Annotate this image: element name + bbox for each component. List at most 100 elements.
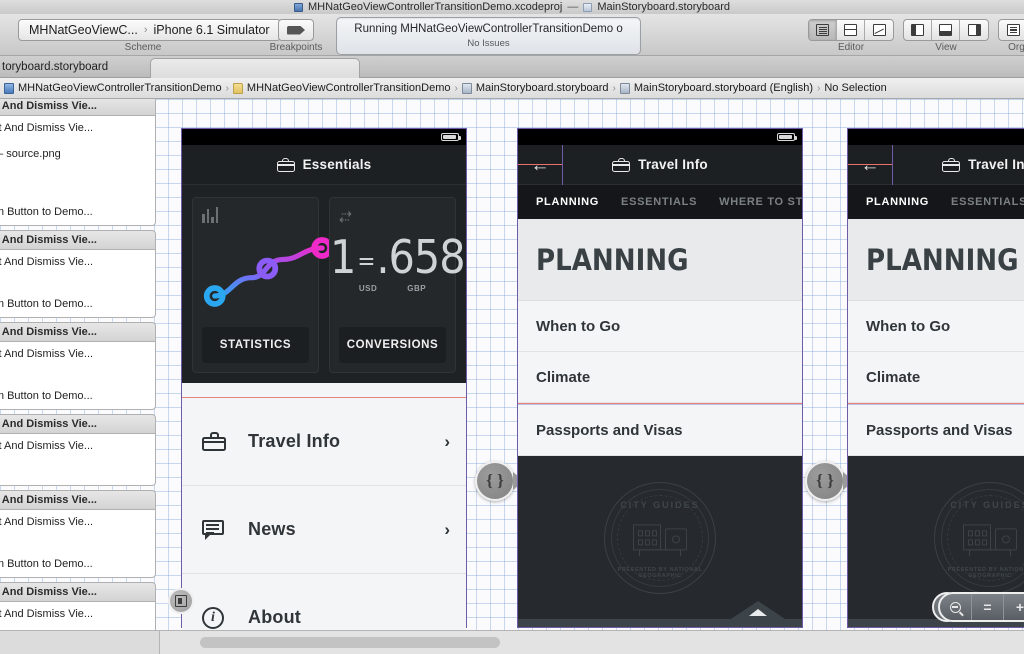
travel-info-tab-strip[interactable]: PLANNING ESSENTIALS WHERE TO STAY DOW <box>518 185 802 219</box>
tab-storyboard-previous[interactable]: toryboard.storyboard <box>0 56 108 78</box>
editor-mode-segmented-control[interactable] <box>808 19 894 41</box>
currency-to: GBP <box>407 284 427 293</box>
outline-row[interactable]: sponder <box>0 178 149 194</box>
document-outline-strip[interactable]: n Present And Dismiss Vie... ith Present… <box>0 99 156 630</box>
outline-row[interactable]: ith Present And Dismiss Vie... <box>0 438 149 454</box>
outline-row[interactable]: ith Present And Dismiss Vie... <box>0 514 149 530</box>
version-editor-button[interactable] <box>865 20 893 40</box>
assistant-editor-icon <box>844 24 857 36</box>
breadcrumb-label: No Selection <box>824 82 887 94</box>
list-item-label: Passports and Visas <box>866 421 1013 439</box>
scene-travel-info[interactable]: ← Travel Info PLANNING ESSENTIALS WHERE … <box>517 128 803 628</box>
zoom-controls[interactable]: = + <box>938 592 1024 622</box>
outline-row[interactable]: sponder <box>0 530 149 546</box>
rate-left: 1 <box>330 230 356 284</box>
outline-scene-header[interactable]: n Present And Dismiss Vie... <box>0 582 156 602</box>
conversions-card[interactable]: ⇢ ⇠ 1=.658 USD GBP CONVERSIONS <box>329 197 466 373</box>
menu-item-travel-info[interactable]: Travel Info › <box>182 398 466 486</box>
outline-row[interactable]: ith Present And Dismiss Vie... <box>0 606 149 622</box>
outline-row-segue[interactable]: segue from Button to Demo... <box>0 556 149 572</box>
outline-row[interactable]: ith Present And Dismiss Vie... <box>0 120 149 136</box>
outline-row[interactable]: sponder <box>0 362 149 378</box>
scroll-up-chevron-icon[interactable] <box>728 601 788 621</box>
outline-scene[interactable]: n Present And Dismiss Vie... ith Present… <box>0 99 156 226</box>
zoom-actual-size-button[interactable]: = <box>972 594 1004 620</box>
outline-spacer <box>0 622 149 630</box>
outline-scene-header[interactable]: n Present And Dismiss Vie... <box>0 230 156 250</box>
status-primary-text: Running MHNatGeoViewControllerTransition… <box>354 23 623 35</box>
list-item[interactable]: Climate <box>848 352 1024 403</box>
tab-essentials[interactable]: ESSENTIALS <box>951 196 1024 208</box>
scene-essentials[interactable]: Essentials STATISTICS ⇢ ⇠ 1=.658 USD GBP… <box>181 128 467 630</box>
tab-planning[interactable]: PLANNING <box>866 196 929 208</box>
outline-toggle-button[interactable] <box>168 588 194 614</box>
back-arrow-icon: ← <box>530 154 550 176</box>
tab-active[interactable] <box>150 58 360 79</box>
scene-travel-info-right[interactable]: ← Travel Info PLANNING ESSENTIALS WH PLA… <box>847 128 1024 628</box>
statistics-card[interactable]: STATISTICS <box>192 197 333 373</box>
breadcrumb-item-localization[interactable]: MainStoryboard.storyboard (English) <box>619 82 813 94</box>
outline-scene[interactable]: n Present And Dismiss Vie... ith Present… <box>0 230 156 318</box>
back-button[interactable]: ← <box>848 145 893 185</box>
list-item[interactable]: Passports and Visas <box>518 405 802 456</box>
organizer-button[interactable] <box>999 20 1024 40</box>
tab-planning[interactable]: PLANNING <box>536 196 599 208</box>
scrollbar-thumb[interactable] <box>200 637 500 648</box>
tab-where-to-stay[interactable]: WHERE TO STAY <box>719 196 802 208</box>
outline-row-segue[interactable]: segue from Button to Demo... <box>0 388 149 404</box>
outline-scene[interactable]: n Present And Dismiss Vie... ith Present… <box>0 322 156 410</box>
travel-info-right-tab-strip[interactable]: PLANNING ESSENTIALS WH <box>848 185 1024 219</box>
toggle-navigator-button[interactable] <box>904 20 932 40</box>
menu-item-news[interactable]: News › <box>182 486 466 574</box>
tab-essentials[interactable]: ESSENTIALS <box>621 196 697 208</box>
standard-editor-button[interactable] <box>809 20 837 40</box>
organizer-button-group[interactable] <box>998 19 1024 41</box>
view-toggle-segmented-control[interactable] <box>903 19 989 41</box>
list-item[interactable]: When to Go <box>848 301 1024 352</box>
breadcrumb-item-selection[interactable]: No Selection <box>824 82 886 94</box>
outline-row[interactable]: ith Present And Dismiss Vie... <box>0 346 149 362</box>
storyboard-canvas[interactable]: n Present And Dismiss Vie... ith Present… <box>0 99 1024 630</box>
outline-scene[interactable]: n Present And Dismiss Vie... ith Present… <box>0 582 156 630</box>
segue-indicator[interactable]: { } <box>805 461 845 501</box>
list-item[interactable]: Passports and Visas <box>848 405 1024 456</box>
assistant-editor-button[interactable] <box>837 20 865 40</box>
outline-scene-header[interactable]: n Present And Dismiss Vie... <box>0 99 156 116</box>
toggle-utilities-button[interactable] <box>960 20 988 40</box>
breadcrumb-item-storyboard[interactable]: MainStoryboard.storyboard <box>461 82 609 94</box>
list-item[interactable]: When to Go <box>518 301 802 352</box>
outline-row-segue[interactable]: segue from Button to Demo... <box>0 296 149 312</box>
chevron-right-icon: › <box>454 82 458 94</box>
outline-row[interactable]: age View – source.png <box>0 146 149 162</box>
scheme-selector[interactable]: MHNatGeoViewC... › iPhone 6.1 Simulator <box>18 19 281 41</box>
outline-row[interactable]: sponder <box>0 454 149 470</box>
folder-icon <box>232 82 243 94</box>
outline-scene-header[interactable]: n Present And Dismiss Vie... <box>0 322 156 342</box>
list-item-label: Passports and Visas <box>536 421 683 439</box>
breadcrumb-item-project[interactable]: MHNatGeoViewControllerTransitionDemo <box>4 82 222 94</box>
breakpoints-button[interactable] <box>278 19 314 41</box>
outline-scene[interactable]: n Present And Dismiss Vie... ith Present… <box>0 490 156 578</box>
list-item[interactable]: Climate <box>518 352 802 403</box>
outline-spacer <box>0 378 149 388</box>
outline-row[interactable]: sponder <box>0 270 149 286</box>
outline-row[interactable]: tton <box>0 162 149 178</box>
segue-indicator[interactable]: { } <box>475 461 515 501</box>
list-item-label: Climate <box>536 368 591 386</box>
storyboard-icon <box>461 82 472 94</box>
zoom-in-button[interactable]: + <box>1004 594 1024 620</box>
outline-row-segue[interactable]: segue from Button to Demo... <box>0 204 149 220</box>
outline-row[interactable]: ith Present And Dismiss Vie... <box>0 254 149 270</box>
debug-pane-icon <box>939 24 952 36</box>
outline-scene-header[interactable]: n Present And Dismiss Vie... <box>0 414 156 434</box>
back-button[interactable]: ← <box>518 145 563 185</box>
outline-scene[interactable]: n Present And Dismiss Vie... ith Present… <box>0 414 156 486</box>
zoom-out-button[interactable] <box>940 594 972 620</box>
editor-tab-bar: toryboard.storyboard <box>0 56 1024 79</box>
breadcrumb-item-folder[interactable]: MHNatGeoViewControllerTransitionDemo <box>232 82 451 94</box>
statistics-button[interactable]: STATISTICS <box>202 327 309 363</box>
menu-item-about[interactable]: i About <box>182 574 466 630</box>
toggle-debug-area-button[interactable] <box>932 20 960 40</box>
outline-scene-header[interactable]: n Present And Dismiss Vie... <box>0 490 156 510</box>
conversions-button[interactable]: CONVERSIONS <box>339 327 446 363</box>
